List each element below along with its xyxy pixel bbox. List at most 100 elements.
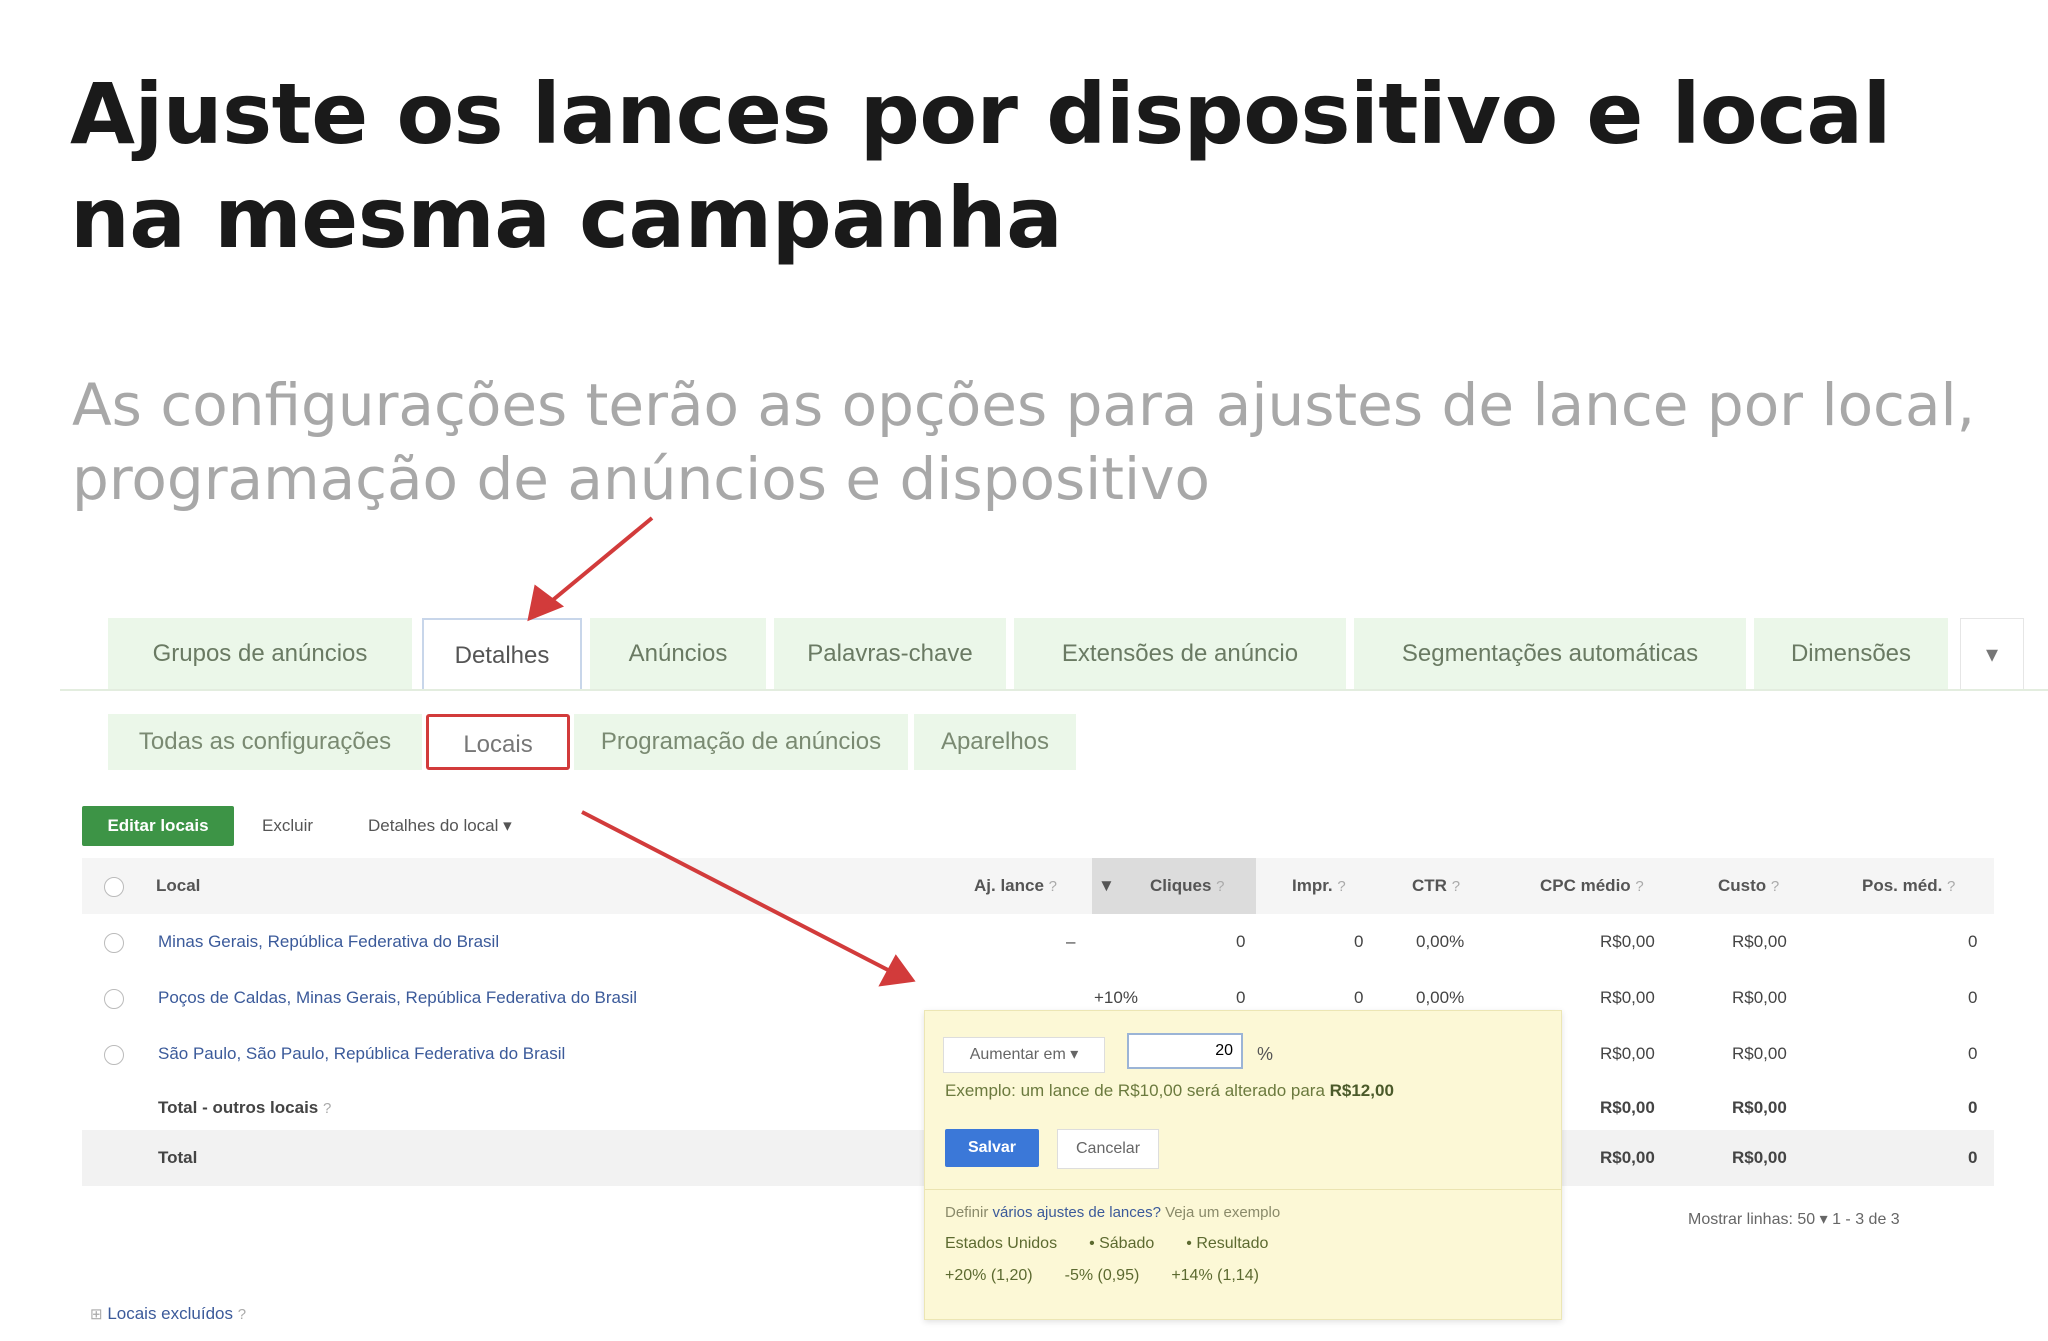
table-row: Minas Gerais, República Federativa do Br… (82, 914, 1994, 970)
bid-direction-select[interactable]: Aumentar em ▾ (943, 1037, 1105, 1073)
avg-pos-value: 0 (1968, 1044, 1978, 1063)
row-checkbox[interactable] (104, 1045, 124, 1065)
cost-value: R$0,00 (1732, 1098, 1787, 1117)
tab-ad-groups[interactable]: Grupos de anúncios (108, 618, 412, 690)
total-other-text: Total - outros locais (158, 1098, 319, 1117)
cost-value: R$0,00 (1732, 1148, 1787, 1167)
clicks-value: 0 (1236, 932, 1246, 951)
avg-cpc-value: R$0,00 (1600, 932, 1655, 951)
col-location-header[interactable]: Local (156, 858, 200, 914)
help-icon[interactable]: ? (1337, 878, 1345, 895)
tab-details[interactable]: Detalhes (422, 618, 582, 690)
sort-desc-icon[interactable]: ▼ (1098, 858, 1115, 914)
location-link[interactable]: São Paulo, São Paulo, República Federati… (158, 1026, 565, 1082)
slide-title-line-1: Ajuste os lances por dispositivo e local (70, 65, 1891, 163)
row-checkbox[interactable] (104, 989, 124, 1009)
tab-ad-extensions[interactable]: Extensões de anúncio (1014, 618, 1346, 690)
col-avg-cpc-header[interactable]: CPC médio ? (1540, 858, 1644, 915)
tab-dimensions[interactable]: Dimensões (1754, 618, 1948, 690)
col-cost-label: Custo (1718, 876, 1767, 895)
col-clicks-header[interactable]: Cliques ? (1150, 858, 1224, 915)
bid-adjustment-popup: Aumentar em ▾ % Exemplo: um lance de R$1… (924, 1010, 1562, 1320)
bid-percent-input[interactable] (1127, 1033, 1243, 1069)
bid-example-text: Exemplo: um lance de R$10,00 será altera… (945, 1077, 1394, 1105)
slide-subtitle-line-2: programação de anúncios e dispositivo (72, 445, 1210, 513)
avg-cpc-value: R$0,00 (1600, 1044, 1655, 1063)
total-other-label: Total - outros locais ? (158, 1080, 331, 1137)
excluded-locations-link[interactable]: Locais excluídos (107, 1304, 233, 1323)
col-bid-adj-label: Aj. lance (974, 876, 1044, 895)
col-ctr-label: CTR (1412, 876, 1447, 895)
excluded-locations-toggle[interactable]: ⊞ Locais excluídos ? (90, 1300, 246, 1329)
bid-example-value: R$12,00 (1329, 1081, 1394, 1100)
cost-value: R$0,00 (1732, 932, 1787, 951)
percent-sign: % (1257, 1044, 1274, 1064)
subtab-all-settings[interactable]: Todas as configurações (108, 714, 422, 770)
col-avg-pos-header[interactable]: Pos. méd. ? (1862, 858, 1955, 915)
col-avg-pos-label: Pos. méd. (1862, 876, 1943, 895)
combo-label-result: • Resultado (1186, 1235, 1269, 1252)
help-icon[interactable]: ? (1771, 878, 1779, 895)
avg-pos-value: 0 (1968, 932, 1978, 951)
impressions-value: 0 (1354, 932, 1364, 951)
col-impressions-header[interactable]: Impr. ? (1292, 858, 1346, 915)
edit-locations-button[interactable]: Editar locais (82, 806, 234, 846)
see-example-link[interactable]: Veja um exemplo (1161, 1204, 1280, 1221)
multiple-adjustments-link[interactable]: vários ajustes de lances? (993, 1204, 1161, 1221)
location-details-dropdown[interactable]: Detalhes do local ▾ (368, 806, 512, 846)
location-link[interactable]: Minas Gerais, República Federativa do Br… (158, 914, 499, 970)
tabs-more-chevron-icon[interactable]: ▾ (1960, 618, 2024, 690)
help-icon[interactable]: ? (238, 1306, 246, 1323)
tab-keywords[interactable]: Palavras-chave (774, 618, 1006, 690)
popup-divider (925, 1189, 1561, 1190)
combo-label-day: • Sábado (1089, 1235, 1155, 1252)
arrow-head-icon (527, 584, 565, 622)
avg-cpc-value: R$0,00 (1600, 988, 1655, 1007)
col-clicks-label: Cliques (1150, 876, 1212, 895)
combo-label-location: Estados Unidos (945, 1235, 1058, 1252)
pagination[interactable]: Mostrar linhas: 50 ▾ 1 - 3 de 3 (1688, 1206, 1900, 1234)
col-ctr-header[interactable]: CTR ? (1412, 858, 1460, 915)
avg-cpc-value: R$0,00 (1600, 1148, 1655, 1167)
help-icon[interactable]: ? (323, 1100, 331, 1117)
multiple-adjustments-text: Definir vários ajustes de lances? Veja u… (945, 1199, 1280, 1227)
cancel-button[interactable]: Cancelar (1057, 1129, 1159, 1169)
subtab-ad-schedule[interactable]: Programação de anúncios (574, 714, 908, 770)
combo-value-day: -5% (0,95) (1064, 1267, 1140, 1284)
subtab-devices[interactable]: Aparelhos (914, 714, 1076, 770)
slide-title: Ajuste os lances por dispositivo e local… (70, 62, 1970, 270)
slide-title-line-2: na mesma campanha (70, 169, 1063, 267)
cost-value: R$0,00 (1732, 1044, 1787, 1063)
help-icon[interactable]: ? (1947, 878, 1955, 895)
combo-labels: Estados Unidos • Sábado • Resultado (945, 1229, 1300, 1259)
col-bid-adj-header[interactable]: Aj. lance ? (974, 858, 1057, 915)
multi-prefix: Definir (945, 1204, 993, 1221)
location-link[interactable]: Poços de Caldas, Minas Gerais, República… (158, 970, 637, 1026)
row-checkbox[interactable] (104, 933, 124, 953)
expand-icon[interactable]: ⊞ (90, 1306, 103, 1323)
arrow-to-details-tab (546, 516, 654, 606)
avg-cpc-value: R$0,00 (1600, 1098, 1655, 1117)
combo-value-location: +20% (1,20) (945, 1267, 1033, 1284)
table-header: Local Aj. lance ? (82, 858, 1994, 914)
subtab-locations[interactable]: Locais (426, 714, 570, 770)
select-all-checkbox[interactable] (104, 877, 124, 897)
help-icon[interactable]: ? (1216, 878, 1224, 895)
col-impressions-label: Impr. (1292, 876, 1333, 895)
col-cost-header[interactable]: Custo ? (1718, 858, 1779, 915)
col-avg-cpc-label: CPC médio (1540, 876, 1631, 895)
combo-values: +20% (1,20) -5% (0,95) +14% (1,14) (945, 1261, 1291, 1291)
help-icon[interactable]: ? (1049, 878, 1057, 895)
avg-pos-value: 0 (1968, 1098, 1978, 1117)
delete-button[interactable]: Excluir (262, 806, 313, 846)
tab-bar-divider (60, 689, 2048, 691)
help-icon[interactable]: ? (1635, 878, 1643, 895)
bid-adj-value[interactable]: – (1066, 914, 1075, 970)
save-button[interactable]: Salvar (945, 1129, 1039, 1167)
tab-ads[interactable]: Anúncios (590, 618, 766, 690)
tab-auto-targets[interactable]: Segmentações automáticas (1354, 618, 1746, 690)
avg-pos-value: 0 (1968, 1148, 1978, 1167)
help-icon[interactable]: ? (1452, 878, 1460, 895)
ctr-value: 0,00% (1416, 932, 1465, 951)
slide-subtitle: As configurações terão as opções para aj… (72, 368, 2002, 516)
